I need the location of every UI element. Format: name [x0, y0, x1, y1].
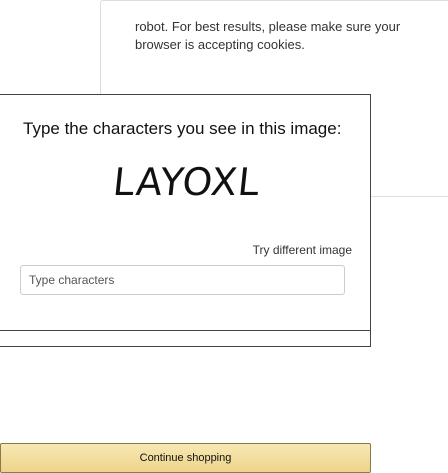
captcha-divider	[0, 330, 371, 331]
captcha-input[interactable]	[20, 265, 345, 295]
captcha-image-text: LAYOXL	[111, 160, 262, 204]
captcha-box: Type the characters you see in this imag…	[0, 94, 371, 473]
captcha-image: LAYOXL	[111, 160, 262, 204]
captcha-prompt: Type the characters you see in this imag…	[23, 119, 342, 138]
cookie-notice-text: robot. For best results, please make sur…	[135, 19, 401, 52]
try-different-image-link[interactable]: Try different image	[253, 243, 352, 257]
